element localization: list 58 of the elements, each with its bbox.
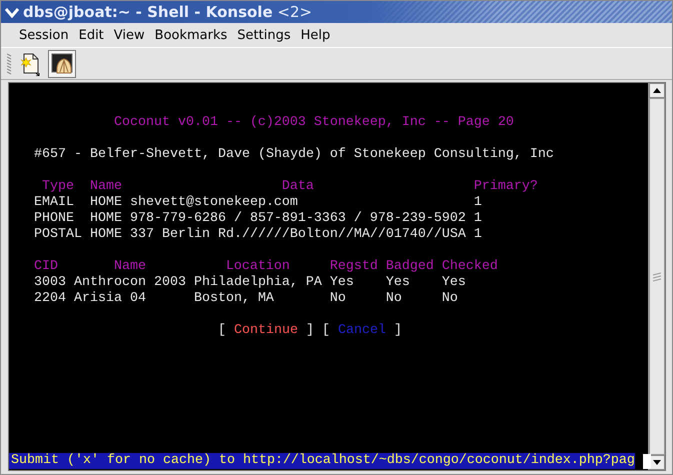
menu-item[interactable]: Edit bbox=[74, 26, 109, 44]
table-cell: 3003 bbox=[34, 275, 66, 290]
grip-icon[interactable] bbox=[653, 272, 661, 282]
table-cell: 1 bbox=[474, 227, 482, 242]
column-header: Name bbox=[114, 259, 146, 274]
table-cell: PHONE bbox=[34, 211, 74, 226]
menu-item[interactable]: Session bbox=[14, 26, 74, 44]
menu-item[interactable]: Bookmarks bbox=[150, 26, 232, 44]
window-title: dbs@jboat:~ - Shell - Konsole <2> bbox=[23, 3, 312, 21]
bracket: ] bbox=[394, 323, 402, 338]
column-header: Name bbox=[90, 179, 122, 194]
table-cell: shevett@stonekeep.com bbox=[130, 195, 298, 210]
column-header: Regstd bbox=[330, 259, 378, 274]
column-header: Location bbox=[226, 259, 290, 274]
table-cell: HOME bbox=[90, 195, 122, 210]
table-cell: Yes bbox=[386, 275, 410, 290]
table-cell: Anthrocon 2003 bbox=[74, 275, 186, 290]
scroll-down-icon[interactable] bbox=[653, 460, 661, 465]
toolbar-grip[interactable] bbox=[7, 52, 12, 76]
table-cell: POSTAL bbox=[34, 227, 82, 242]
table-cell: 337 Berlin Rd.//////Bolton//MA//01740//USA bbox=[130, 227, 466, 242]
table-cell: No bbox=[330, 291, 346, 306]
action-link[interactable]: Continue bbox=[234, 323, 298, 338]
terminal-heading: Coconut v0.01 -- (c)2003 Stonekeep, Inc -- Page 20 bbox=[114, 115, 514, 131]
table-cell: Boston, MA bbox=[194, 291, 274, 306]
bracket: [ bbox=[322, 323, 330, 338]
column-header: Data bbox=[282, 179, 314, 194]
table-cell: Arisia 04 bbox=[74, 291, 146, 306]
table-cell: HOME bbox=[90, 227, 122, 242]
scroll-up-icon[interactable] bbox=[653, 88, 661, 93]
table-cell: 978-779-6286 / 857-891-3363 / 978-239-5902 bbox=[130, 211, 466, 226]
table-cell: No bbox=[386, 291, 402, 306]
bracket: [ bbox=[218, 323, 226, 338]
menu-item[interactable]: Settings bbox=[232, 26, 296, 44]
column-header: Primary? bbox=[474, 179, 538, 194]
menu-item[interactable]: View bbox=[108, 26, 150, 44]
text-cursor bbox=[642, 454, 651, 468]
table-cell: No bbox=[442, 291, 458, 306]
new-document-icon bbox=[19, 52, 41, 76]
table-cell: Yes bbox=[330, 275, 354, 290]
column-header: CID bbox=[34, 259, 58, 274]
menu-item[interactable]: Help bbox=[296, 26, 336, 44]
table-cell: EMAIL bbox=[34, 195, 74, 210]
table-cell: 1 bbox=[474, 195, 482, 210]
table-cell: 2204 bbox=[34, 291, 66, 306]
toolbar-button[interactable] bbox=[48, 50, 76, 78]
shell-icon bbox=[51, 52, 73, 74]
scrollbar[interactable] bbox=[648, 83, 665, 470]
record-title: #657 - Belfer-Shevett, Dave (Shayde) of Stonekeep Consulting, Inc bbox=[34, 147, 554, 163]
table-cell: Yes bbox=[442, 275, 466, 290]
window-menu-icon[interactable] bbox=[5, 6, 19, 18]
column-header: Type bbox=[42, 179, 74, 194]
table-cell: HOME bbox=[90, 211, 122, 226]
column-header: Badged bbox=[386, 259, 434, 274]
bracket: ] bbox=[306, 323, 314, 338]
column-header: Checked bbox=[442, 259, 498, 274]
table-cell: Philadelphia, PA bbox=[194, 275, 322, 290]
table-cell: 1 bbox=[474, 211, 482, 226]
